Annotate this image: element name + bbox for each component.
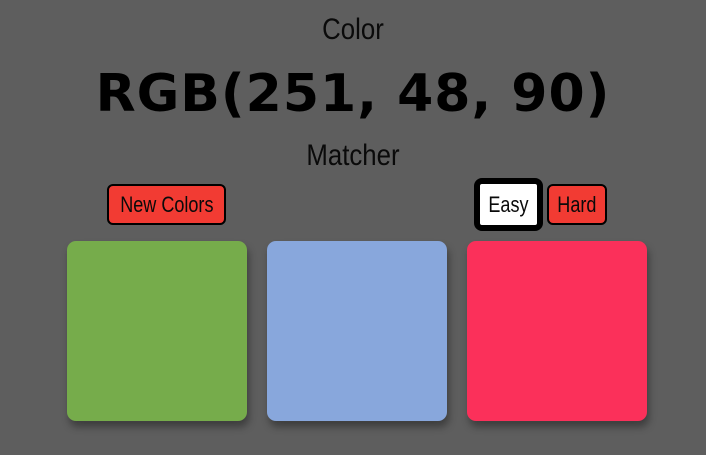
title-color: Color [322, 13, 384, 46]
new-colors-label: New Colors [119, 191, 214, 217]
color-swatch-3[interactable] [467, 241, 647, 421]
target-rgb-display: RGB(251, 48, 90) [95, 64, 611, 124]
hard-mode-button[interactable]: Hard [547, 184, 607, 225]
new-colors-button[interactable]: New Colors [107, 184, 226, 225]
color-swatch-1[interactable] [67, 241, 247, 421]
easy-mode-button[interactable]: Easy [474, 178, 543, 231]
hard-mode-label: Hard [557, 191, 597, 217]
color-swatch-2[interactable] [267, 241, 447, 421]
title-matcher: Matcher [306, 139, 400, 172]
color-matcher-page: Color RGB(251, 48, 90) Matcher New Color… [0, 0, 706, 455]
easy-mode-label: Easy [488, 191, 529, 217]
